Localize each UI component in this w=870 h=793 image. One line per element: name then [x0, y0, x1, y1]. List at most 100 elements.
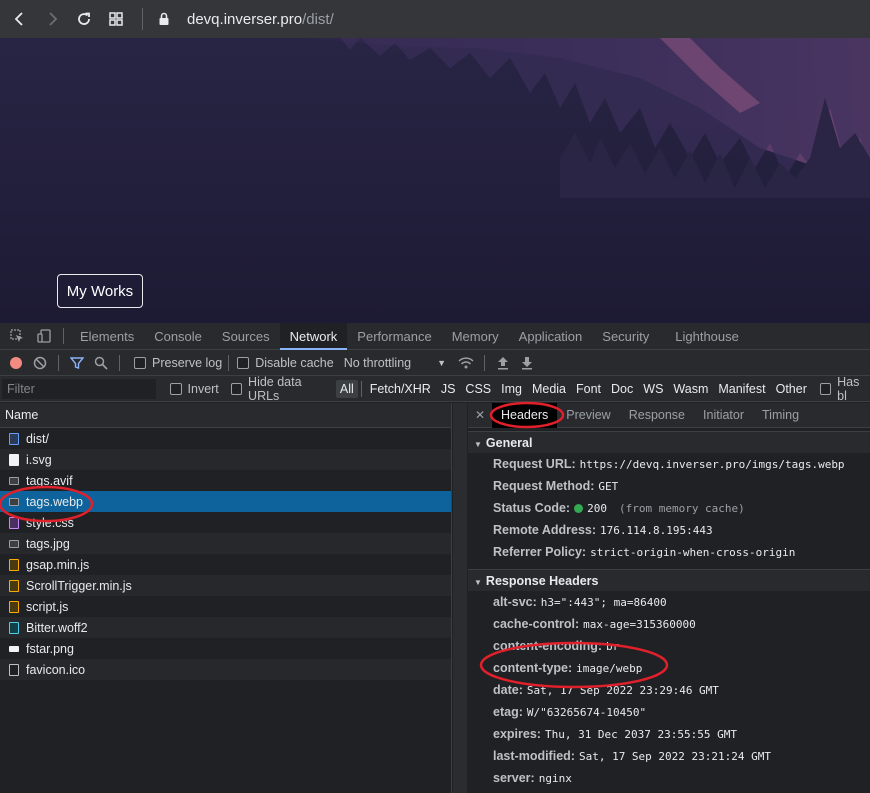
header-value: strict-origin-when-cross-origin [590, 546, 796, 559]
section-title: Response Headers [485, 574, 599, 588]
filter-type-doc[interactable]: Doc [606, 382, 638, 396]
divider [119, 354, 120, 371]
browser-toolbar: devq.inverser.pro/dist/ [0, 0, 870, 38]
my-works-button[interactable]: My Works [57, 274, 143, 308]
throttling-value: No throttling [343, 355, 412, 370]
filter-type-wasm[interactable]: Wasm [668, 382, 713, 396]
image-file-icon [9, 645, 19, 652]
invert-checkbox[interactable] [170, 382, 182, 395]
request-row[interactable]: style.css [0, 512, 451, 533]
request-row[interactable]: script.js [0, 596, 451, 617]
image-file-icon [9, 476, 19, 485]
header-value: max-age=315360000 [583, 618, 696, 631]
section-general[interactable]: ▼ General [468, 431, 870, 453]
network-conditions-button[interactable] [454, 351, 478, 375]
request-row[interactable]: favicon.ico [0, 659, 451, 680]
filter-type-manifest[interactable]: Manifest [713, 382, 770, 396]
font-file-icon [9, 621, 19, 634]
export-har-button[interactable] [515, 351, 539, 375]
filter-input[interactable]: Filter [2, 378, 157, 399]
tab-elements[interactable]: Elements [70, 323, 144, 350]
inspect-icon [9, 329, 23, 342]
tab-network[interactable]: Network [279, 322, 348, 350]
disable-cache-label: Disable cache [255, 355, 334, 370]
tab-initiator[interactable]: Initiator [694, 403, 753, 428]
filter-type-ws[interactable]: WS [638, 382, 668, 396]
forward-button[interactable] [36, 3, 68, 35]
tab-memory[interactable]: Memory [442, 323, 509, 350]
request-row[interactable]: ScrollTrigger.min.js [0, 575, 451, 596]
close-icon[interactable]: ✕ [468, 408, 492, 422]
stylesheet-icon [9, 516, 19, 529]
request-row[interactable]: tags.jpg [0, 533, 451, 554]
tab-headers[interactable]: Headers [492, 403, 558, 428]
panel-splitter[interactable] [453, 403, 467, 793]
lock-icon [159, 12, 169, 25]
search-button[interactable] [89, 351, 113, 375]
has-blocked-cookies-checkbox[interactable] [819, 382, 832, 395]
address-bar[interactable]: devq.inverser.pro/dist/ [142, 0, 334, 38]
clear-button[interactable] [28, 351, 52, 375]
tab-security[interactable]: Security [592, 323, 659, 350]
request-name: style.css [26, 515, 74, 530]
filter-toggle-button[interactable] [65, 351, 89, 375]
filter-type-all[interactable]: All [335, 379, 358, 398]
header-key: server: [493, 771, 535, 785]
request-row[interactable]: dist/ [0, 428, 451, 449]
hide-data-urls-checkbox[interactable] [230, 382, 243, 395]
clear-icon [33, 356, 47, 369]
request-row[interactable]: Bitter.woff2 [0, 617, 451, 638]
device-toggle-button[interactable] [30, 323, 57, 350]
filter-type-font[interactable]: Font [571, 382, 606, 396]
header-row: Request URL: https://devq.inverser.pro/im… [468, 453, 870, 475]
request-row[interactable]: i.svg [0, 449, 451, 470]
tab-performance[interactable]: Performance [347, 323, 441, 350]
header-row: etag: W/"63265674-10450" [468, 701, 870, 723]
filter-type-other[interactable]: Other [771, 382, 812, 396]
chevron-left-icon [14, 12, 23, 26]
tab-sources[interactable]: Sources [212, 323, 280, 350]
inspect-button[interactable] [3, 323, 30, 350]
filter-type-js[interactable]: JS [436, 382, 461, 396]
reload-button[interactable] [68, 3, 100, 35]
filter-type-fetch-xhr[interactable]: Fetch/XHR [365, 382, 436, 396]
request-list: Name dist/ i.svg tags.avif tags.webp sty… [0, 403, 452, 793]
search-icon [94, 356, 108, 370]
import-har-button[interactable] [491, 351, 515, 375]
upload-icon [498, 356, 509, 369]
header-key: alt-svc: [493, 595, 537, 609]
header-key: last-modified: [493, 749, 575, 763]
filter-type-css[interactable]: CSS [460, 382, 496, 396]
hide-data-urls-label: Hide data URLs [248, 374, 302, 403]
request-row[interactable]: tags.avif [0, 470, 451, 491]
request-name: ScrollTrigger.min.js [26, 578, 132, 593]
tab-response[interactable]: Response [620, 403, 694, 428]
preserve-log-checkbox[interactable] [134, 356, 146, 369]
tab-preview[interactable]: Preview [557, 403, 619, 428]
record-button[interactable] [4, 351, 28, 375]
tab-timing[interactable]: Timing [753, 403, 808, 428]
disable-cache-checkbox[interactable] [237, 356, 250, 369]
divider [484, 354, 486, 371]
column-header-name[interactable]: Name [0, 403, 451, 428]
url-path: /dist/ [302, 10, 334, 28]
filter-type-img[interactable]: Img [496, 382, 527, 396]
header-key: date: [493, 683, 523, 697]
tab-console[interactable]: Console [144, 323, 212, 350]
header-key: Referrer Policy: [493, 545, 587, 559]
request-row-selected[interactable]: tags.webp [0, 491, 451, 512]
script-icon [9, 558, 19, 571]
reload-icon [78, 12, 90, 25]
tab-lighthouse[interactable]: Lighthouse [665, 323, 749, 350]
page-viewport: My Works [0, 38, 870, 323]
request-row[interactable]: fstar.png [0, 638, 451, 659]
divider [228, 354, 230, 371]
tab-application[interactable]: Application [509, 323, 593, 350]
section-response-headers[interactable]: ▼ Response Headers [468, 569, 870, 591]
apps-button[interactable] [100, 3, 132, 35]
back-button[interactable] [4, 3, 36, 35]
request-row[interactable]: gsap.min.js [0, 554, 451, 575]
request-name: fstar.png [26, 641, 74, 656]
filter-type-media[interactable]: Media [527, 382, 571, 396]
throttling-select[interactable]: No throttling ▼ [344, 356, 446, 370]
